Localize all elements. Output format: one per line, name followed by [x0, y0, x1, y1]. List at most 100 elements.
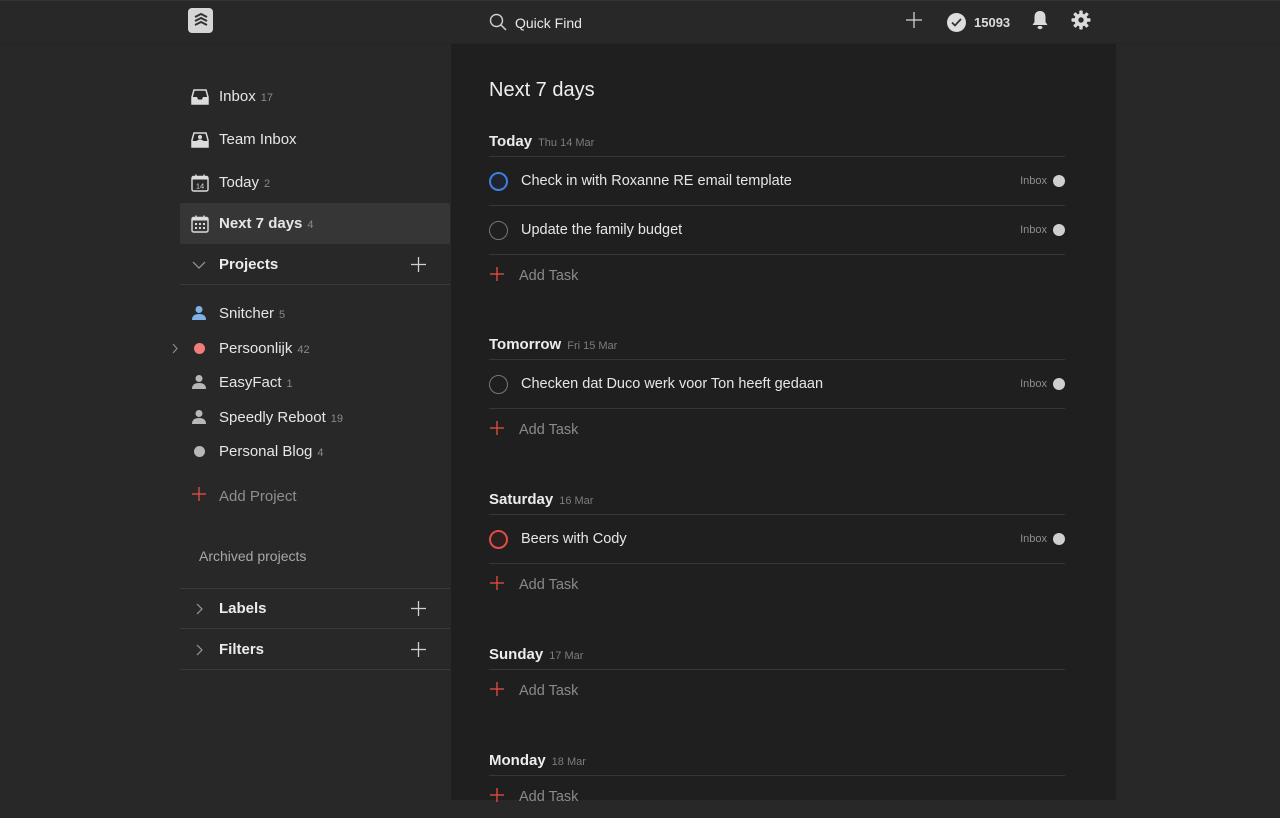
day-date: 16 Mar	[559, 495, 594, 507]
notifications-button[interactable]	[1031, 10, 1049, 35]
quick-add-button[interactable]	[905, 11, 923, 34]
day-date: 17 Mar	[549, 650, 584, 662]
day-header: Sunday 17 Mar	[489, 643, 1065, 670]
day-name: Today	[489, 133, 533, 150]
project-label: Speedly Reboot	[219, 408, 326, 426]
day-section-sunday: Sunday 17 Mar Add Task	[489, 643, 1065, 712]
right-gutter	[1116, 44, 1280, 800]
day-name: Sunday	[489, 646, 544, 663]
karma-button[interactable]: 15093	[947, 13, 1010, 32]
add-filter-plus-icon[interactable]	[408, 640, 428, 660]
nav-label: Team Inbox	[219, 131, 297, 148]
filters-header-label[interactable]: Filters	[219, 641, 408, 658]
plus-icon	[490, 787, 504, 807]
search-icon	[489, 13, 507, 34]
dot-icon	[190, 342, 208, 354]
day-header: Today Thu 14 Mar	[489, 130, 1065, 157]
sidebar-item-today[interactable]: 14 Today 2	[180, 162, 450, 203]
task-row[interactable]: Checken dat Duco werk voor Ton heeft ged…	[489, 360, 1065, 409]
quick-find-search[interactable]: Quick Find	[489, 12, 582, 34]
plus-icon	[192, 486, 206, 506]
project-dot-icon	[1053, 175, 1065, 187]
project-item-persoonlijk[interactable]: Persoonlijk 42	[172, 331, 450, 365]
add-task-button[interactable]: Add Task	[489, 409, 1065, 451]
plus-icon	[490, 420, 504, 440]
todoist-logo-icon[interactable]	[188, 8, 213, 33]
chevron-right-icon[interactable]	[190, 603, 208, 615]
day-section-today: Today Thu 14 Mar Check in with Roxanne R…	[489, 130, 1065, 297]
archived-projects-link[interactable]: Archived projects	[199, 548, 306, 564]
project-count: 5	[279, 308, 286, 321]
chevron-right-icon[interactable]	[170, 343, 180, 354]
task-checkbox[interactable]	[489, 529, 508, 549]
project-label: Persoonlijk	[219, 339, 293, 357]
task-row[interactable]: Beers with Cody Inbox	[489, 515, 1065, 564]
chevron-right-icon[interactable]	[190, 644, 208, 656]
task-checkbox[interactable]	[489, 171, 508, 191]
nav-count: 17	[260, 92, 273, 104]
add-label-plus-icon[interactable]	[408, 599, 428, 619]
task-content[interactable]: Check in with Roxanne RE email template	[521, 173, 1020, 189]
project-count: 19	[330, 412, 343, 425]
add-project-button[interactable]: Add Project	[180, 481, 297, 511]
nav-label: Today	[219, 174, 260, 191]
day-section-saturday: Saturday 16 Mar Beers with Cody Inbox Ad…	[489, 488, 1065, 606]
project-count: 4	[317, 446, 324, 459]
nav-label: Next 7 days	[219, 215, 303, 232]
svg-text:14: 14	[196, 181, 204, 190]
add-task-button[interactable]: Add Task	[489, 255, 1065, 297]
add-project-plus-icon[interactable]	[408, 255, 428, 275]
dot-icon	[190, 445, 208, 457]
karma-count: 15093	[974, 15, 1011, 30]
task-checkbox[interactable]	[489, 374, 508, 394]
calendar-week-icon	[190, 214, 210, 234]
nav-count: 2	[264, 178, 271, 190]
sidebar-item-next-7-days[interactable]: Next 7 days 4	[180, 203, 450, 244]
task-row[interactable]: Check in with Roxanne RE email template …	[489, 157, 1065, 206]
project-dot-icon	[1053, 378, 1065, 390]
add-task-button[interactable]: Add Task	[489, 776, 1065, 818]
project-label: Personal Blog	[219, 442, 313, 460]
chevron-down-icon[interactable]	[190, 261, 208, 269]
add-task-label: Add Task	[519, 577, 579, 593]
project-item-personal-blog[interactable]: Personal Blog 4	[180, 434, 450, 468]
add-task-label: Add Task	[519, 789, 579, 805]
inbox-icon	[190, 87, 210, 107]
sidebar-item-inbox[interactable]: Inbox 17	[180, 76, 450, 117]
sidebar-item-team-inbox[interactable]: Team Inbox	[180, 119, 450, 160]
person-icon	[190, 374, 208, 390]
nav-label: Inbox	[219, 88, 256, 105]
add-task-button[interactable]: Add Task	[489, 564, 1065, 606]
quick-find-label: Quick Find	[515, 15, 582, 31]
project-item-speedly-reboot[interactable]: Speedly Reboot 19	[180, 400, 450, 434]
add-task-label: Add Task	[519, 422, 579, 438]
plus-icon	[490, 681, 504, 701]
task-project-label[interactable]: Inbox	[1020, 378, 1047, 390]
project-item-easyfact[interactable]: EasyFact 1	[180, 365, 450, 399]
project-count: 42	[297, 343, 310, 356]
day-header: Tomorrow Fri 15 Mar	[489, 333, 1065, 360]
project-item-snitcher[interactable]: Snitcher 5	[180, 296, 450, 330]
projects-header-label[interactable]: Projects	[219, 256, 408, 273]
task-row[interactable]: Update the family budget Inbox	[489, 206, 1065, 255]
task-content[interactable]: Update the family budget	[521, 222, 1020, 238]
person-icon	[190, 409, 208, 425]
day-header: Monday 18 Mar	[489, 749, 1065, 776]
add-task-button[interactable]: Add Task	[489, 670, 1065, 712]
day-date: 18 Mar	[551, 756, 586, 768]
task-project-label[interactable]: Inbox	[1020, 175, 1047, 187]
labels-header-label[interactable]: Labels	[219, 600, 408, 617]
day-name: Tomorrow	[489, 336, 562, 353]
task-content[interactable]: Beers with Cody	[521, 531, 1020, 547]
task-project-label[interactable]: Inbox	[1020, 224, 1047, 236]
calendar-today-icon: 14	[190, 173, 210, 193]
filters-section-header: Filters	[180, 630, 450, 670]
day-section-monday: Monday 18 Mar Add Task	[489, 749, 1065, 818]
task-project-label[interactable]: Inbox	[1020, 533, 1047, 545]
add-task-label: Add Task	[519, 268, 579, 284]
task-content[interactable]: Checken dat Duco werk voor Ton heeft ged…	[521, 376, 1020, 392]
settings-button[interactable]	[1071, 10, 1091, 35]
task-checkbox[interactable]	[489, 220, 508, 240]
main-content: Next 7 days Today Thu 14 Mar Check in wi…	[451, 44, 1116, 805]
day-name: Monday	[489, 752, 546, 769]
